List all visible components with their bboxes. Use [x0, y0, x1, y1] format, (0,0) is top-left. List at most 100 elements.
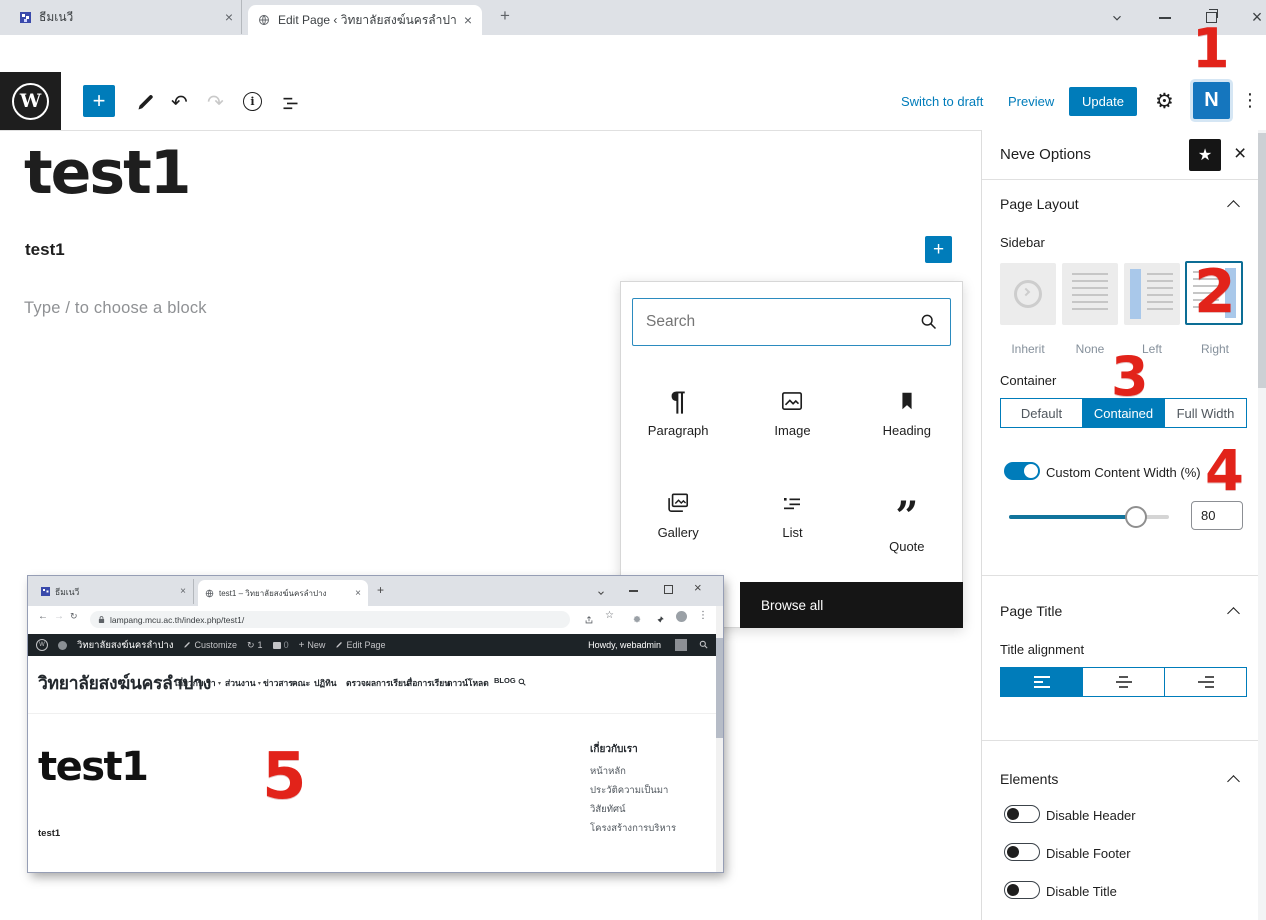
block-list[interactable]: List — [735, 488, 849, 554]
share-icon[interactable] — [584, 612, 594, 630]
preview-tab-theme[interactable]: ธีมเนวี × — [34, 579, 194, 604]
extension-icon[interactable] — [632, 612, 642, 630]
collapse-chevron-icon[interactable] — [1227, 775, 1240, 788]
wordpress-logo[interactable]: W — [0, 72, 61, 130]
nav-departments[interactable]: ส่วนงาน ▾ — [225, 676, 261, 690]
sidebar-option-inherit[interactable] — [1000, 263, 1056, 325]
close-button[interactable]: × — [1242, 0, 1266, 35]
nav-faculty[interactable]: คณะ — [292, 676, 310, 690]
panel-scrollbar[interactable] — [1258, 130, 1266, 920]
add-block-button[interactable]: + — [83, 85, 115, 117]
block-heading[interactable]: Heading — [850, 386, 964, 438]
widget-link[interactable]: หน้าหลัก — [590, 762, 682, 781]
width-slider-handle[interactable] — [1125, 506, 1147, 528]
restore-button[interactable] — [664, 585, 673, 594]
collapse-chevron-icon[interactable] — [1227, 200, 1240, 213]
align-center-button[interactable] — [1082, 668, 1164, 696]
minimize-button[interactable] — [1150, 0, 1180, 35]
close-button[interactable]: × — [694, 580, 702, 595]
details-icon[interactable]: i — [243, 92, 262, 111]
update-button[interactable]: Update — [1069, 87, 1137, 116]
preview-address-bar[interactable]: lampang.mcu.ac.th/index.php/test1/ — [90, 611, 570, 628]
close-panel-icon[interactable]: × — [1234, 142, 1246, 166]
container-default-button[interactable]: Default — [1001, 399, 1082, 427]
block-search-input[interactable] — [632, 298, 951, 346]
nav-about[interactable]: เกี่ยวกับเรา ▾ — [175, 676, 221, 690]
tab-close-icon[interactable]: × — [180, 586, 186, 597]
block-search[interactable] — [632, 298, 951, 346]
align-right-icon — [1198, 676, 1214, 688]
nav-downloads[interactable]: ดาวน์โหลด — [447, 676, 489, 690]
paragraph-block[interactable]: test1 — [25, 240, 65, 260]
neve-options-button[interactable]: N — [1193, 82, 1230, 119]
tab-close-icon[interactable]: × — [225, 10, 233, 24]
new-tab-button[interactable]: + — [500, 6, 510, 26]
switch-to-draft-button[interactable]: Switch to draft — [901, 94, 983, 109]
container-full-width-button[interactable]: Full Width — [1164, 399, 1246, 427]
tab-close-icon[interactable]: × — [355, 588, 361, 599]
section-elements[interactable]: Elements — [1000, 771, 1058, 787]
section-page-title[interactable]: Page Title — [1000, 603, 1062, 619]
align-left-button[interactable] — [1001, 668, 1082, 696]
adminbar-edit-page[interactable]: Edit Page — [335, 640, 385, 650]
widget-link[interactable]: โครงสร้างการบริหาร — [590, 819, 682, 838]
widget-link[interactable]: ประวัติความเป็นมา — [590, 781, 682, 800]
nav-media[interactable]: สื่อการเรียน — [407, 676, 450, 690]
browser-tab-edit-page[interactable]: Edit Page ‹ วิทยาลัยสงฆ์นครลำปาง — × — [248, 5, 482, 35]
nav-news[interactable]: ข่าวสาร — [263, 676, 293, 690]
pin-extension-icon[interactable] — [655, 612, 665, 630]
nav-grades[interactable]: ตรวจผลการเรียน — [346, 676, 409, 690]
collapse-chevron-icon[interactable] — [1227, 607, 1240, 620]
adminbar-comments[interactable]: 0 — [273, 640, 289, 650]
adminbar-new[interactable]: +New — [299, 640, 326, 651]
align-right-button[interactable] — [1164, 668, 1246, 696]
sidebar-option-none[interactable] — [1062, 263, 1118, 325]
pin-sidebar-star-button[interactable]: ★ — [1189, 139, 1221, 171]
browser-tab-theme[interactable]: ธีมเนวี × — [12, 0, 242, 34]
browse-all-button[interactable]: Browse all — [740, 582, 963, 628]
editor-options-icon[interactable]: ⋮ — [1241, 90, 1259, 111]
adminbar-howdy[interactable]: Howdy, webadmin — [588, 640, 661, 650]
width-value-input[interactable] — [1191, 501, 1243, 530]
new-tab-button[interactable]: + — [377, 583, 384, 597]
refresh-icon[interactable]: ↻ — [70, 611, 78, 622]
block-image[interactable]: Image — [735, 386, 849, 438]
custom-content-width-toggle[interactable] — [1004, 462, 1040, 480]
preview-button[interactable]: Preview — [1008, 94, 1054, 109]
width-value-box[interactable] — [1191, 501, 1243, 530]
browser-menu-icon[interactable]: ⋮ — [698, 610, 708, 621]
tools-pencil-icon[interactable] — [135, 92, 156, 118]
adminbar-customize[interactable]: Customize — [183, 640, 237, 650]
back-icon[interactable]: ← — [38, 611, 48, 622]
block-paragraph[interactable]: ¶ Paragraph — [621, 386, 735, 438]
tab-close-icon[interactable]: × — [464, 13, 472, 27]
preview-tab-test1[interactable]: test1 – วิทยาลัยสงฆ์นครลำปาง × — [198, 580, 368, 606]
block-quote[interactable]: ” Quote — [850, 488, 964, 554]
minimize-button[interactable] — [629, 590, 638, 592]
adminbar-search-icon[interactable] — [698, 639, 709, 652]
block-gallery[interactable]: Gallery — [621, 488, 735, 554]
wp-logo-icon[interactable]: W — [36, 639, 48, 651]
tab-search-chevron-icon[interactable] — [596, 585, 606, 603]
adminbar-site-name[interactable]: วิทยาลัยสงฆ์นครลำปาง — [77, 638, 173, 653]
nav-blog[interactable]: BLOG — [494, 676, 516, 685]
list-view-icon[interactable] — [280, 93, 301, 119]
disable-header-toggle[interactable] — [1004, 805, 1040, 823]
profile-avatar[interactable] — [676, 611, 687, 622]
settings-gear-icon[interactable]: ⚙ — [1155, 89, 1174, 114]
disable-footer-toggle[interactable] — [1004, 843, 1040, 861]
empty-block-placeholder[interactable]: Type / to choose a block — [24, 299, 207, 318]
block-appender-button[interactable]: + — [925, 236, 952, 263]
bookmark-star-icon[interactable]: ☆ — [605, 610, 614, 621]
preview-scrollbar[interactable] — [716, 606, 723, 872]
post-title[interactable]: test1 — [24, 138, 190, 208]
sidebar-option-left[interactable] — [1124, 263, 1180, 325]
undo-icon[interactable]: ↶ — [171, 90, 188, 115]
section-page-layout[interactable]: Page Layout — [1000, 196, 1079, 212]
disable-title-toggle[interactable] — [1004, 881, 1040, 899]
widget-link[interactable]: วิสัยทัศน์ — [590, 800, 682, 819]
tab-search-chevron-icon[interactable] — [1102, 0, 1132, 35]
site-search-icon[interactable] — [517, 674, 527, 692]
adminbar-updates[interactable]: ↻1 — [247, 640, 263, 651]
nav-calendar[interactable]: ปฏิทิน — [314, 676, 337, 690]
